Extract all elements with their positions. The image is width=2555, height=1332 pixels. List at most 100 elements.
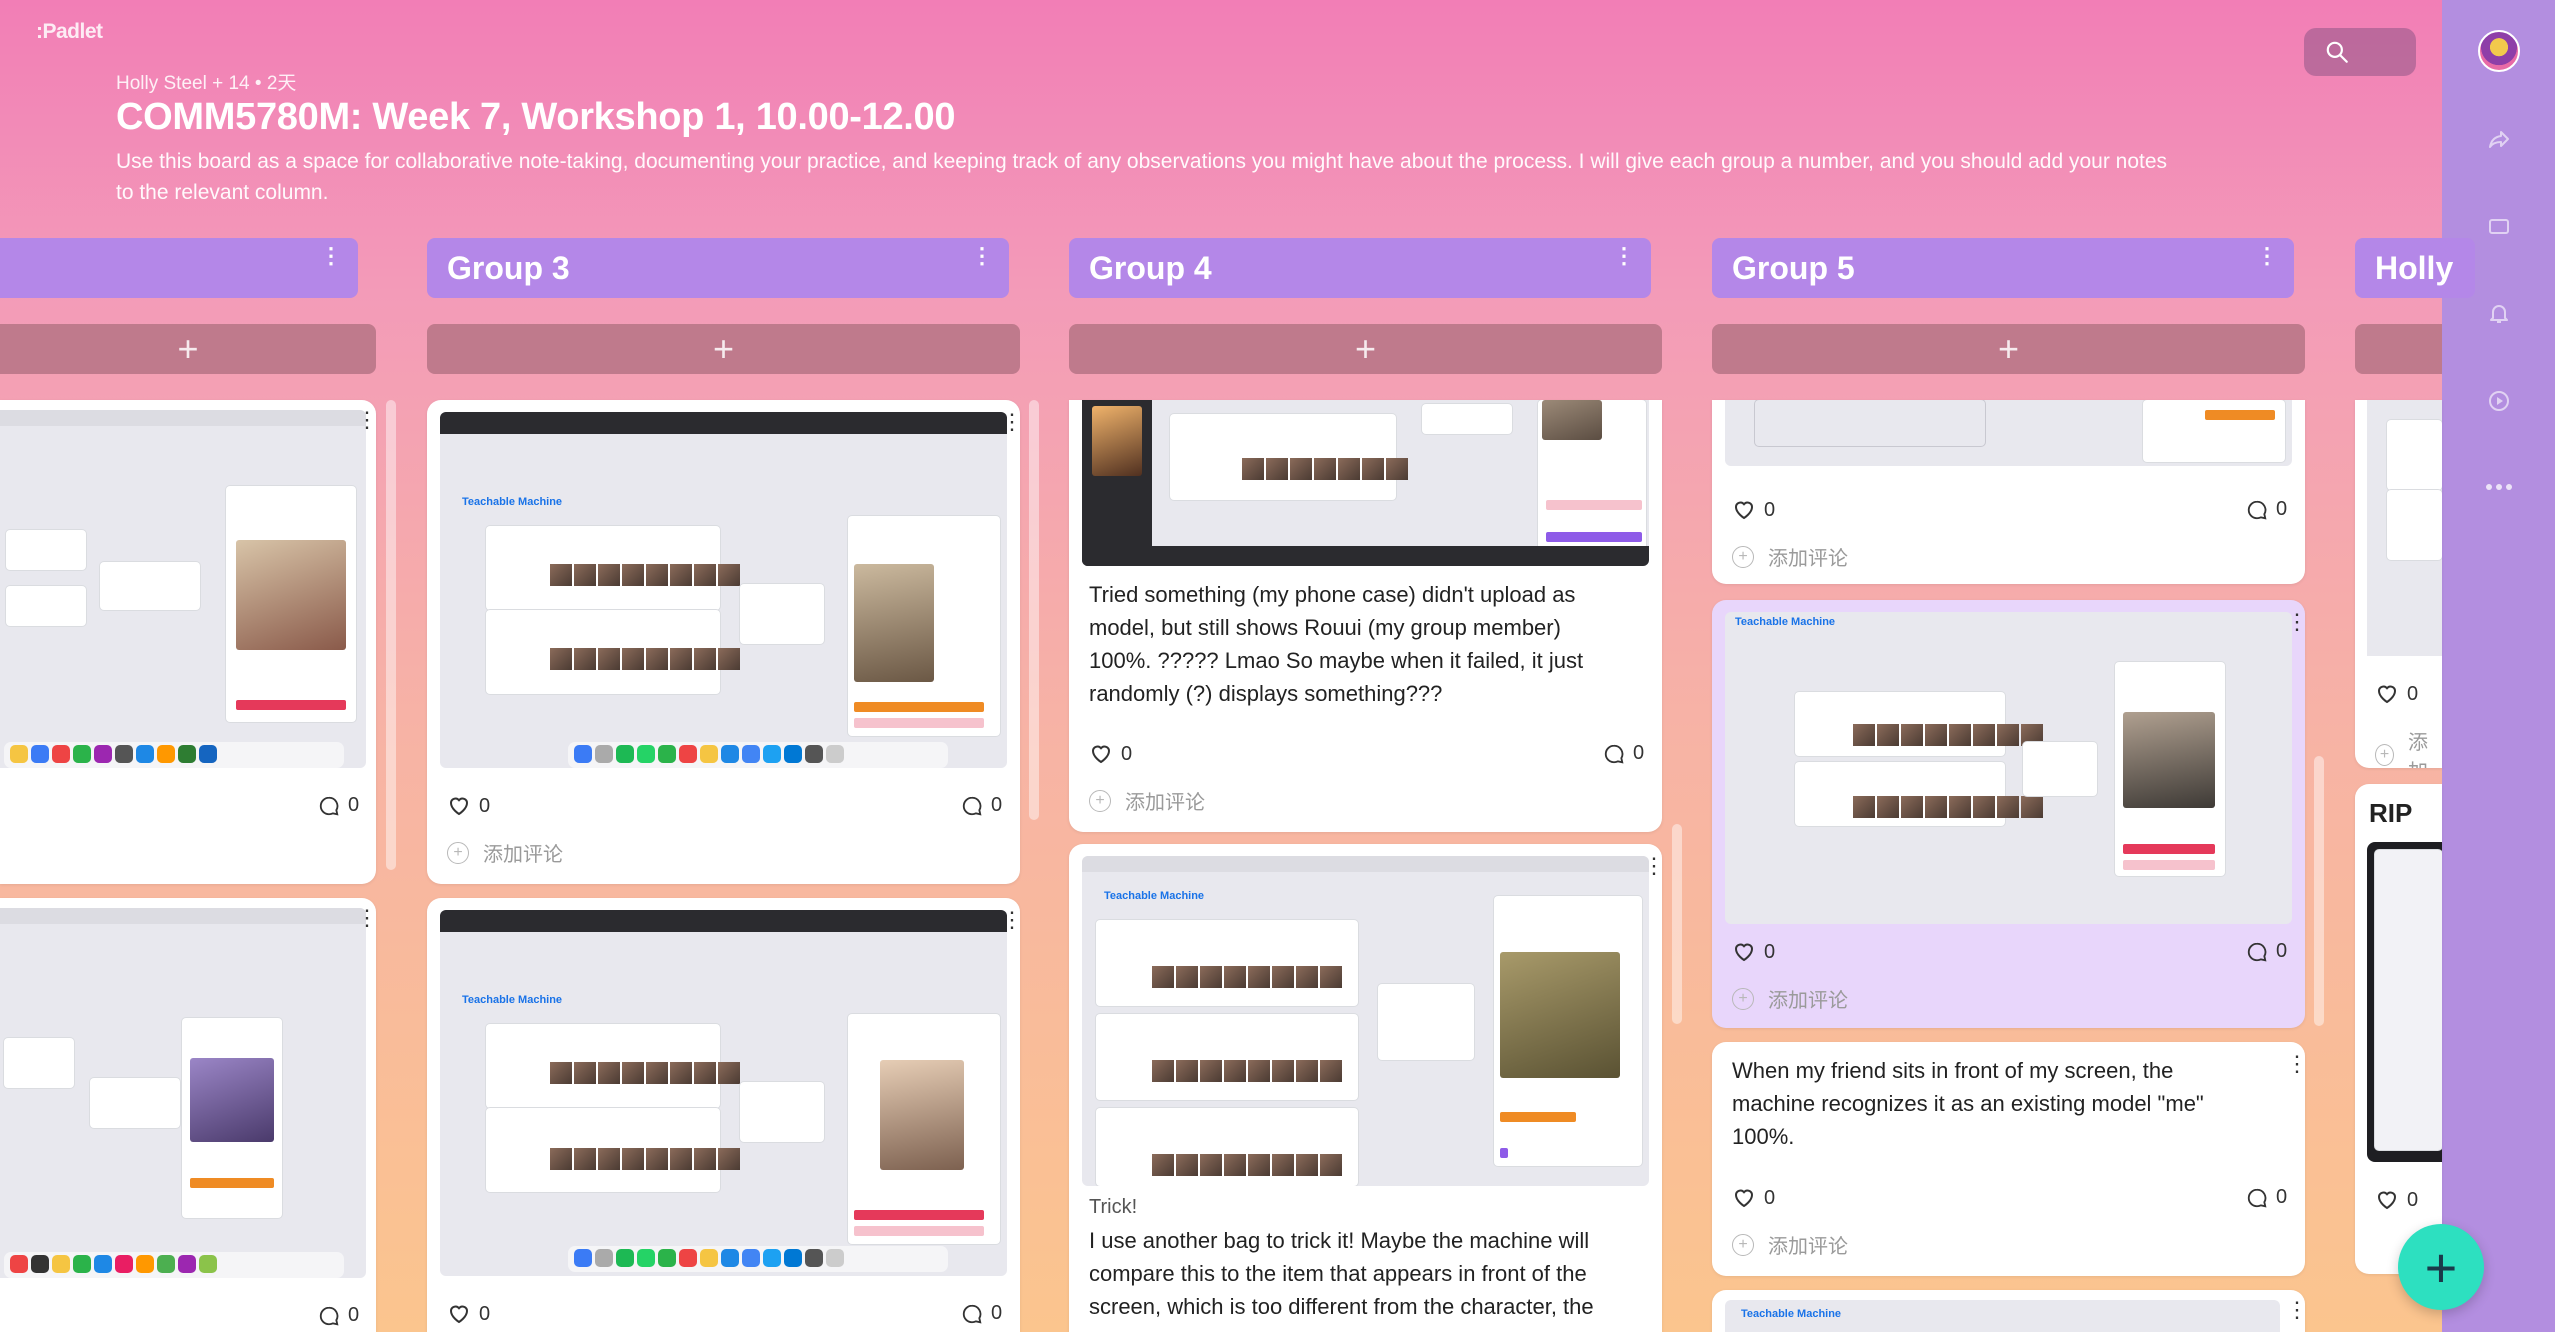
post-menu-button[interactable]: ⋮ — [2286, 611, 2305, 633]
search-icon — [2326, 41, 2348, 63]
column-scrollbar[interactable] — [386, 400, 396, 870]
post-image — [0, 908, 366, 1278]
post-image — [1082, 400, 1649, 566]
column-title: Group 5 — [1732, 249, 1855, 286]
plus-icon: + — [1732, 1233, 1754, 1256]
column-menu-button[interactable]: ⋮ — [2256, 245, 2278, 267]
share-icon — [2489, 131, 2509, 148]
comment-icon — [319, 796, 339, 815]
board-description: Use this board as a space for collaborat… — [116, 150, 2168, 204]
post-image: Teachable Machine — [1725, 612, 2292, 924]
user-avatar[interactable] — [2478, 30, 2520, 72]
comment-count[interactable]: 0 — [2246, 1186, 2287, 1209]
comment-count[interactable]: 0 — [961, 1302, 1002, 1325]
add-comment-button[interactable]: + 添加评论 — [1089, 786, 1205, 815]
heart-icon — [1734, 943, 1754, 962]
comment-icon — [319, 1306, 339, 1325]
add-comment-button[interactable]: + 添加 — [2375, 726, 2442, 768]
like-button[interactable]: 0 — [2375, 1188, 2418, 1212]
like-button[interactable]: 0 — [447, 794, 490, 818]
add-comment-button[interactable]: + 添加评论 — [447, 838, 563, 867]
share-button[interactable] — [2476, 116, 2522, 162]
column-scrollbar[interactable] — [1029, 400, 1039, 820]
plus-icon: + — [1732, 987, 1754, 1010]
add-post-button[interactable]: + — [427, 324, 1020, 374]
column-header-holly: Holly — [2355, 238, 2475, 298]
comment-icon — [1604, 744, 1624, 763]
post-menu-button[interactable]: ⋮ — [2286, 1299, 2305, 1321]
column-menu-button[interactable]: ⋮ — [320, 245, 342, 267]
post-body: I use another bag to trick it! Maybe the… — [1089, 1228, 1594, 1319]
plus-icon: + — [2375, 744, 2394, 766]
post-card[interactable]: Teachable Machine ⋮ Trick! I use another… — [1069, 844, 1662, 1332]
post-card[interactable]: Teachable Machine ⋮ 0 0 + 添加评论 — [427, 400, 1020, 884]
comment-icon — [2247, 1188, 2267, 1207]
comment-count[interactable]: 0 — [2246, 498, 2287, 521]
column-menu-button[interactable]: ⋮ — [971, 245, 993, 267]
post-card[interactable]: 0 0 + 添加评论 — [1712, 400, 2305, 584]
add-comment-button[interactable]: + 添加评论 — [1732, 542, 1848, 571]
post-card[interactable]: ⋮ 0 — [0, 400, 376, 884]
post-menu-button[interactable]: ⋮ — [356, 907, 376, 929]
like-button[interactable]: 0 — [1089, 742, 1132, 766]
column-title: Group 3 — [447, 249, 570, 286]
comment-icon — [2247, 942, 2267, 961]
board-title: COMM5780M: Week 7, Workshop 1, 10.00-12.… — [116, 96, 956, 138]
add-post-button[interactable] — [2355, 324, 2442, 374]
comment-count[interactable]: 0 — [2246, 940, 2287, 963]
heart-icon — [1734, 1189, 1754, 1208]
search-button[interactable] — [2304, 28, 2416, 76]
post-card[interactable]: Tried something (my phone case) didn't u… — [1069, 400, 1662, 832]
play-button[interactable] — [2476, 378, 2522, 424]
like-button[interactable]: 0 — [447, 1302, 490, 1326]
post-card[interactable]: ⋮ 0 — [0, 898, 376, 1332]
column-title: Holly — [2375, 249, 2454, 286]
comment-count[interactable]: 0 — [1603, 742, 1644, 765]
comment-icon — [2247, 500, 2267, 519]
add-post-button[interactable]: + — [1069, 324, 1662, 374]
more-options-button[interactable] — [2476, 464, 2522, 510]
post-title: RIP — [2369, 798, 2413, 828]
plus-icon: + — [1089, 789, 1111, 812]
add-post-button[interactable]: + — [0, 324, 376, 374]
comment-count[interactable]: 0 — [318, 794, 359, 817]
comment-count[interactable]: 0 — [961, 794, 1002, 817]
post-card[interactable]: ⋮ When my friend sits in front of my scr… — [1712, 1042, 2305, 1276]
column-scrollbar[interactable] — [2314, 756, 2324, 1026]
post-image: Teachable Machine — [1725, 1300, 2280, 1332]
like-button[interactable]: 0 — [1732, 498, 1775, 522]
play-icon — [2489, 391, 2509, 411]
like-button[interactable]: 0 — [2375, 682, 2418, 706]
post-image: Teachable Machine — [440, 412, 1007, 768]
comment-count[interactable]: 0 — [318, 1304, 359, 1327]
like-button[interactable]: 0 — [1732, 940, 1775, 964]
bell-icon — [2490, 305, 2508, 323]
add-post-fab[interactable]: + — [2398, 1224, 2484, 1310]
post-card[interactable]: RIP 0 — [2355, 784, 2442, 1274]
post-card[interactable]: Teachable Machine ⋮ 0 0 — [427, 898, 1020, 1332]
add-comment-button[interactable]: + 添加评论 — [1732, 1230, 1848, 1259]
add-post-button[interactable]: + — [1712, 324, 2305, 374]
column-scrollbar[interactable] — [1672, 824, 1682, 1024]
post-menu-button[interactable]: ⋮ — [356, 409, 376, 431]
post-menu-button[interactable]: ⋮ — [1001, 411, 1020, 433]
heart-icon — [449, 1305, 469, 1324]
post-card[interactable]: Teachable Machine ⋮ — [1712, 1290, 2305, 1332]
column-title: Group 4 — [1089, 249, 1212, 286]
column-header-group-5: Group 5 ⋮ — [1712, 238, 2294, 298]
column-menu-button[interactable]: ⋮ — [1613, 245, 1635, 267]
like-button[interactable]: 0 — [1732, 1186, 1775, 1210]
padlet-logo[interactable]: :Padlet — [36, 20, 103, 44]
post-menu-button[interactable]: ⋮ — [2286, 1053, 2305, 1075]
post-image — [2367, 842, 2442, 1162]
post-card[interactable]: 0 + 添加 — [2355, 400, 2442, 768]
heart-icon — [2377, 1191, 2397, 1210]
notifications-button[interactable] — [2476, 290, 2522, 336]
post-image — [0, 410, 366, 768]
column-header-group-2: ⋮ — [0, 238, 358, 298]
slideshow-button[interactable] — [2476, 204, 2522, 250]
add-comment-button[interactable]: + 添加评论 — [1732, 984, 1848, 1013]
post-menu-button[interactable]: ⋮ — [1643, 855, 1662, 877]
post-card[interactable]: Teachable Machine ⋮ 0 0 + 添加评论 — [1712, 600, 2305, 1028]
post-menu-button[interactable]: ⋮ — [1001, 909, 1020, 931]
